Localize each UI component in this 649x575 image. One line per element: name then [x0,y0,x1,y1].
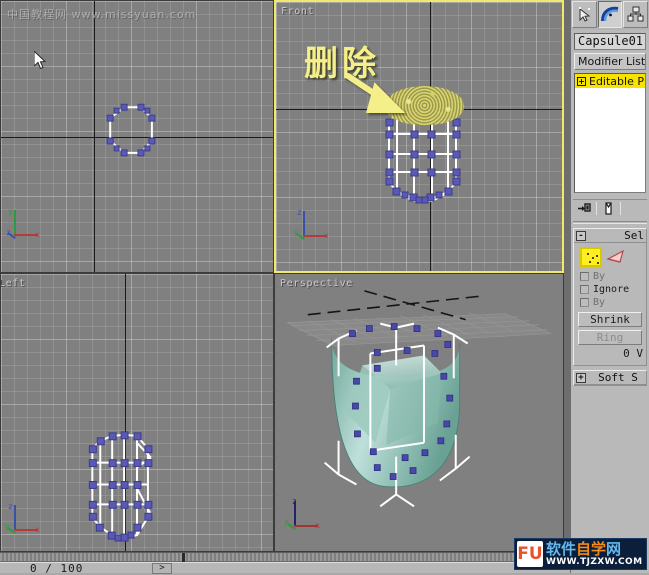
edge-subobject-button[interactable] [606,249,626,265]
curve-icon [600,6,618,22]
left-view-mesh [88,431,153,542]
toolbar-divider [620,202,621,215]
collapse-icon[interactable]: - [576,230,586,241]
command-panel: Capsule01 Modifier List + Editable P - S… [570,0,649,573]
object-name-field[interactable]: Capsule01 [574,33,646,50]
site-watermark: 中国教程网 www.missyuan.com [7,8,197,21]
ignore-backfacing-checkbox[interactable] [580,285,589,294]
by-vertex-checkbox[interactable] [580,272,589,281]
hierarchy-tab[interactable] [623,1,649,28]
selection-rollout-title: Sel [624,229,644,242]
soft-selection-rollout: + Soft S [573,370,647,386]
by-vertex-row[interactable]: By [574,270,646,283]
soft-selection-rollout-header[interactable]: + Soft S [574,371,646,385]
pin-icon [578,203,591,212]
by-angle-label: By [593,297,606,308]
modifier-stack-toolbar [573,199,647,217]
pin-stack-button[interactable] [577,201,592,216]
logo-name-part2: 自学 [576,539,607,558]
by-angle-row[interactable]: By [574,296,646,309]
by-angle-checkbox[interactable] [580,298,589,307]
shrink-button[interactable]: Shrink [578,312,642,327]
ignore-backfacing-row[interactable]: Ignore [574,283,646,296]
axis-tripod: y x z [6,207,40,239]
3dsmax-window: y x z 中国教程网 www.missyuan.com 删除 Front z … [0,0,649,575]
logo-mark-icon: FU [517,541,543,567]
arrow-star-icon [578,7,591,22]
toolbar-divider [596,202,597,215]
status-bar: 0 / 100 > [0,562,570,575]
selection-rollout: - Sel By Ignore By Shrink Ring 0 V [573,228,647,366]
next-frame-button[interactable]: > [152,563,172,574]
modify-tab[interactable] [597,1,623,28]
annotation-arrow [345,73,406,113]
panel-divider [573,221,647,224]
logo-text: 软件自学网 WWW.TJZXW.COM [546,539,643,567]
modifier-list-dropdown[interactable]: Modifier List [574,53,646,70]
end-result-icon [605,202,612,215]
subobject-level-buttons [574,243,646,270]
command-panel-tabs [571,0,649,30]
frame-counter: 0 / 100 [30,562,84,575]
viewport-grid: y x z 中国教程网 www.missyuan.com 删除 Front z … [0,0,570,552]
selection-count-label: 0 V [623,347,643,360]
modifier-stack[interactable]: + Editable P [574,73,646,193]
viewport-top[interactable]: y x z 中国教程网 www.missyuan.com [0,0,274,273]
logo-name-part3: 网 [606,539,622,558]
logo-name-part1: 软件 [546,539,577,558]
vertex-subobject-button[interactable] [580,247,602,267]
logo-url: WWW.TJZXW.COM [546,556,643,567]
viewport-label-left: Left [0,278,26,289]
modifier-stack-item[interactable]: + Editable P [575,74,645,88]
axis-tripod: z x y [284,497,320,530]
viewport-front[interactable]: 删除 Front z x y [274,0,564,273]
site-logo: FU 软件自学网 WWW.TJZXW.COM [514,538,647,570]
show-end-result-button[interactable] [601,201,616,216]
ignore-backfacing-label: Ignore [593,284,630,295]
logo-name: 软件自学网 [546,539,642,558]
expand-icon[interactable]: + [577,76,586,86]
expand-icon[interactable]: + [576,372,586,383]
ring-button[interactable]: Ring [578,330,642,345]
viewport-label-perspective: Perspective [280,278,353,289]
by-vertex-label: By [593,271,606,282]
viewport-left[interactable]: Left z x y [0,273,274,552]
modifier-stack-item-label: Editable P [589,74,644,88]
create-tab[interactable] [572,1,597,28]
soft-selection-rollout-title: Soft S [598,371,638,384]
axis-tripod: z x y [5,502,40,534]
top-view-mesh [106,103,156,157]
node-tree-icon [627,6,644,22]
mouse-cursor [34,51,47,70]
viewport-perspective[interactable]: Perspective z x y [274,273,564,552]
timeline-track[interactable] [0,552,570,563]
selection-rollout-header[interactable]: - Sel [574,229,646,243]
